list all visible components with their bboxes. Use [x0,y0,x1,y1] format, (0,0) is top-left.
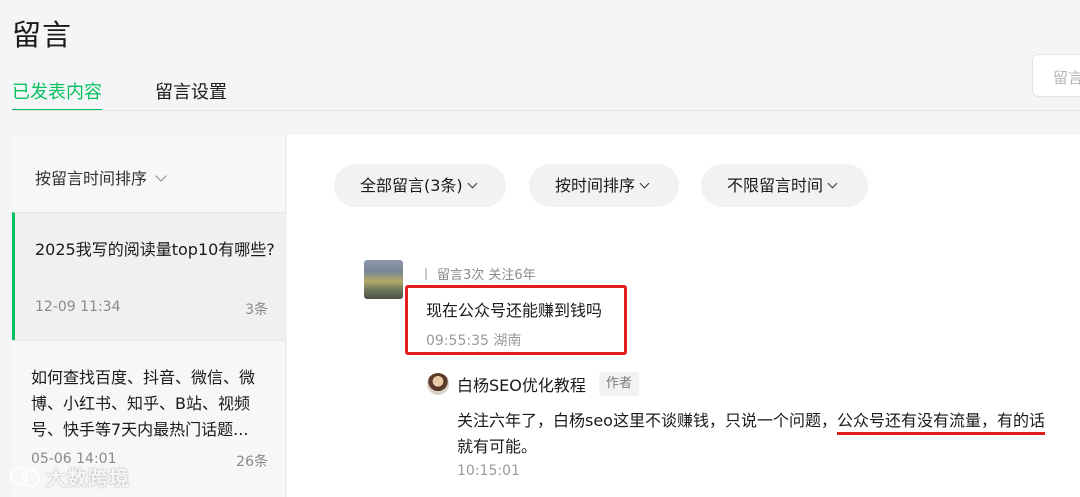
watermark-text: 大数跨境 [46,465,130,490]
reply-text: 关注六年了，白杨seo这里不谈赚钱，只说一个问题，公众号还有没有流量，有的话 [457,407,1045,431]
author-badge: 作者 [599,372,640,396]
article-comment-count: 3条 [245,302,268,318]
watermark: 大数跨境 [8,462,130,490]
article-list-panel: 按留言时间排序 2025我写的阅读量top10有哪些? 12-09 11:34 … [12,135,286,497]
reply-text-end: 就有可能。 [457,437,538,456]
comment-text: 现在公众号还能赚到钱吗 [426,301,603,320]
chevron-down-icon [467,178,478,189]
list-item[interactable]: 2025我写的阅读量top10有哪些? 12-09 11:34 3条 [12,212,286,340]
article-comment-count: 26条 [236,454,268,470]
filter-label: 按时间排序 [555,176,636,195]
sort-dropdown[interactable]: 按留言时间排序 [35,165,167,189]
tab-comment-settings[interactable]: 留言设置 [155,78,227,111]
author-name: 白杨SEO优化教程 [457,376,586,395]
reply-time: 10:15:01 [457,463,520,479]
article-date: 12-09 11:34 [35,299,121,315]
comment-time: 09:55:35 湖南 [426,333,522,349]
filter-label: 全部留言(3条) [360,176,463,195]
sort-label: 按留言时间排序 [35,169,148,188]
chevron-down-icon [827,178,838,189]
search-placeholder: 留言 [1053,69,1080,87]
article-title: 如何查找百度、抖音、微信、微博、小红书、知乎、B站、视频号、快手等7天内最热门话… [31,368,256,439]
username-redacted [425,268,427,280]
chevron-down-icon [639,178,650,189]
filter-all-comments[interactable]: 全部留言(3条) [334,164,506,207]
filter-sort-time[interactable]: 按时间排序 [529,164,679,207]
search-input[interactable]: 留言 [1032,54,1080,97]
tab-published-content[interactable]: 已发表内容 [12,78,102,111]
avatar[interactable] [364,260,403,299]
comment-meta: 留言3次 关注6年 [425,264,536,283]
comments-panel: 全部留言(3条) 按时间排序 不限留言时间 留言3次 关注6年 现在公众号还能赚… [287,135,1080,497]
reply-text-highlight: 公众号还有没有流量，有的话 [836,411,1045,430]
filter-label: 不限留言时间 [727,176,824,195]
page-title: 留言 [12,18,73,52]
comment-meta-text: 留言3次 关注6年 [437,268,536,283]
filter-time-range[interactable]: 不限留言时间 [701,164,868,207]
author-avatar [427,373,449,395]
reply-text-start: 关注六年了，白杨seo这里不谈赚钱，只说一个问题， [457,411,837,430]
tab-divider [12,110,1080,111]
chevron-down-icon [155,170,167,182]
watermark-logo-icon [8,465,42,487]
article-title: 2025我写的阅读量top10有哪些? [35,240,275,259]
